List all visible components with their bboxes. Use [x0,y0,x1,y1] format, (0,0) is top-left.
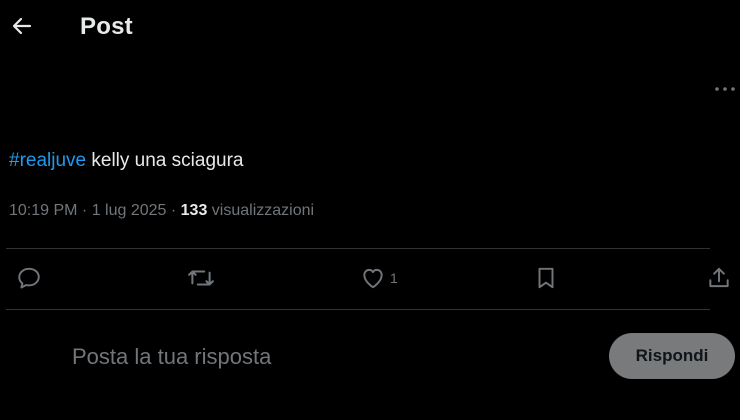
post-body-text: kelly una sciagura [86,150,244,171]
reply-button[interactable] [16,260,42,296]
share-icon [709,267,729,288]
post-page: Post #realjuve kelly una sciagura 10:19 … [0,0,740,420]
divider [6,248,710,249]
arrow-left-icon [12,17,32,35]
more-options-button[interactable] [708,78,740,100]
post-meta: 10:19 PM · 1 lug 2025 · 133 visualizzazi… [9,202,314,220]
like-count: 1 [390,270,398,286]
post-time[interactable]: 10:19 PM [9,202,77,219]
reply-input[interactable] [72,338,572,376]
share-button[interactable] [706,260,732,296]
reply-icon [18,267,40,289]
page-title: Post [80,13,133,40]
post-date[interactable]: 1 lug 2025 [92,202,167,219]
reply-submit-button[interactable]: Rispondi [609,333,735,379]
meta-separator: · [77,202,92,219]
like-button[interactable]: 1 [360,260,398,296]
views-label: visualizzazioni [207,202,315,219]
retweet-button[interactable] [187,260,215,296]
action-bar: 1 [0,260,740,296]
more-options-icon [715,87,735,91]
bookmark-button[interactable] [533,260,559,296]
back-button[interactable] [6,10,38,42]
top-bar: Post [0,0,740,56]
meta-separator: · [166,202,181,219]
hashtag-link[interactable]: #realjuve [9,150,86,171]
bookmark-icon [538,267,554,289]
post-text: #realjuve kelly una sciagura [9,150,243,172]
heart-icon [363,268,383,289]
retweet-icon [188,270,214,286]
views-count[interactable]: 133 [181,202,208,219]
divider [6,309,710,310]
